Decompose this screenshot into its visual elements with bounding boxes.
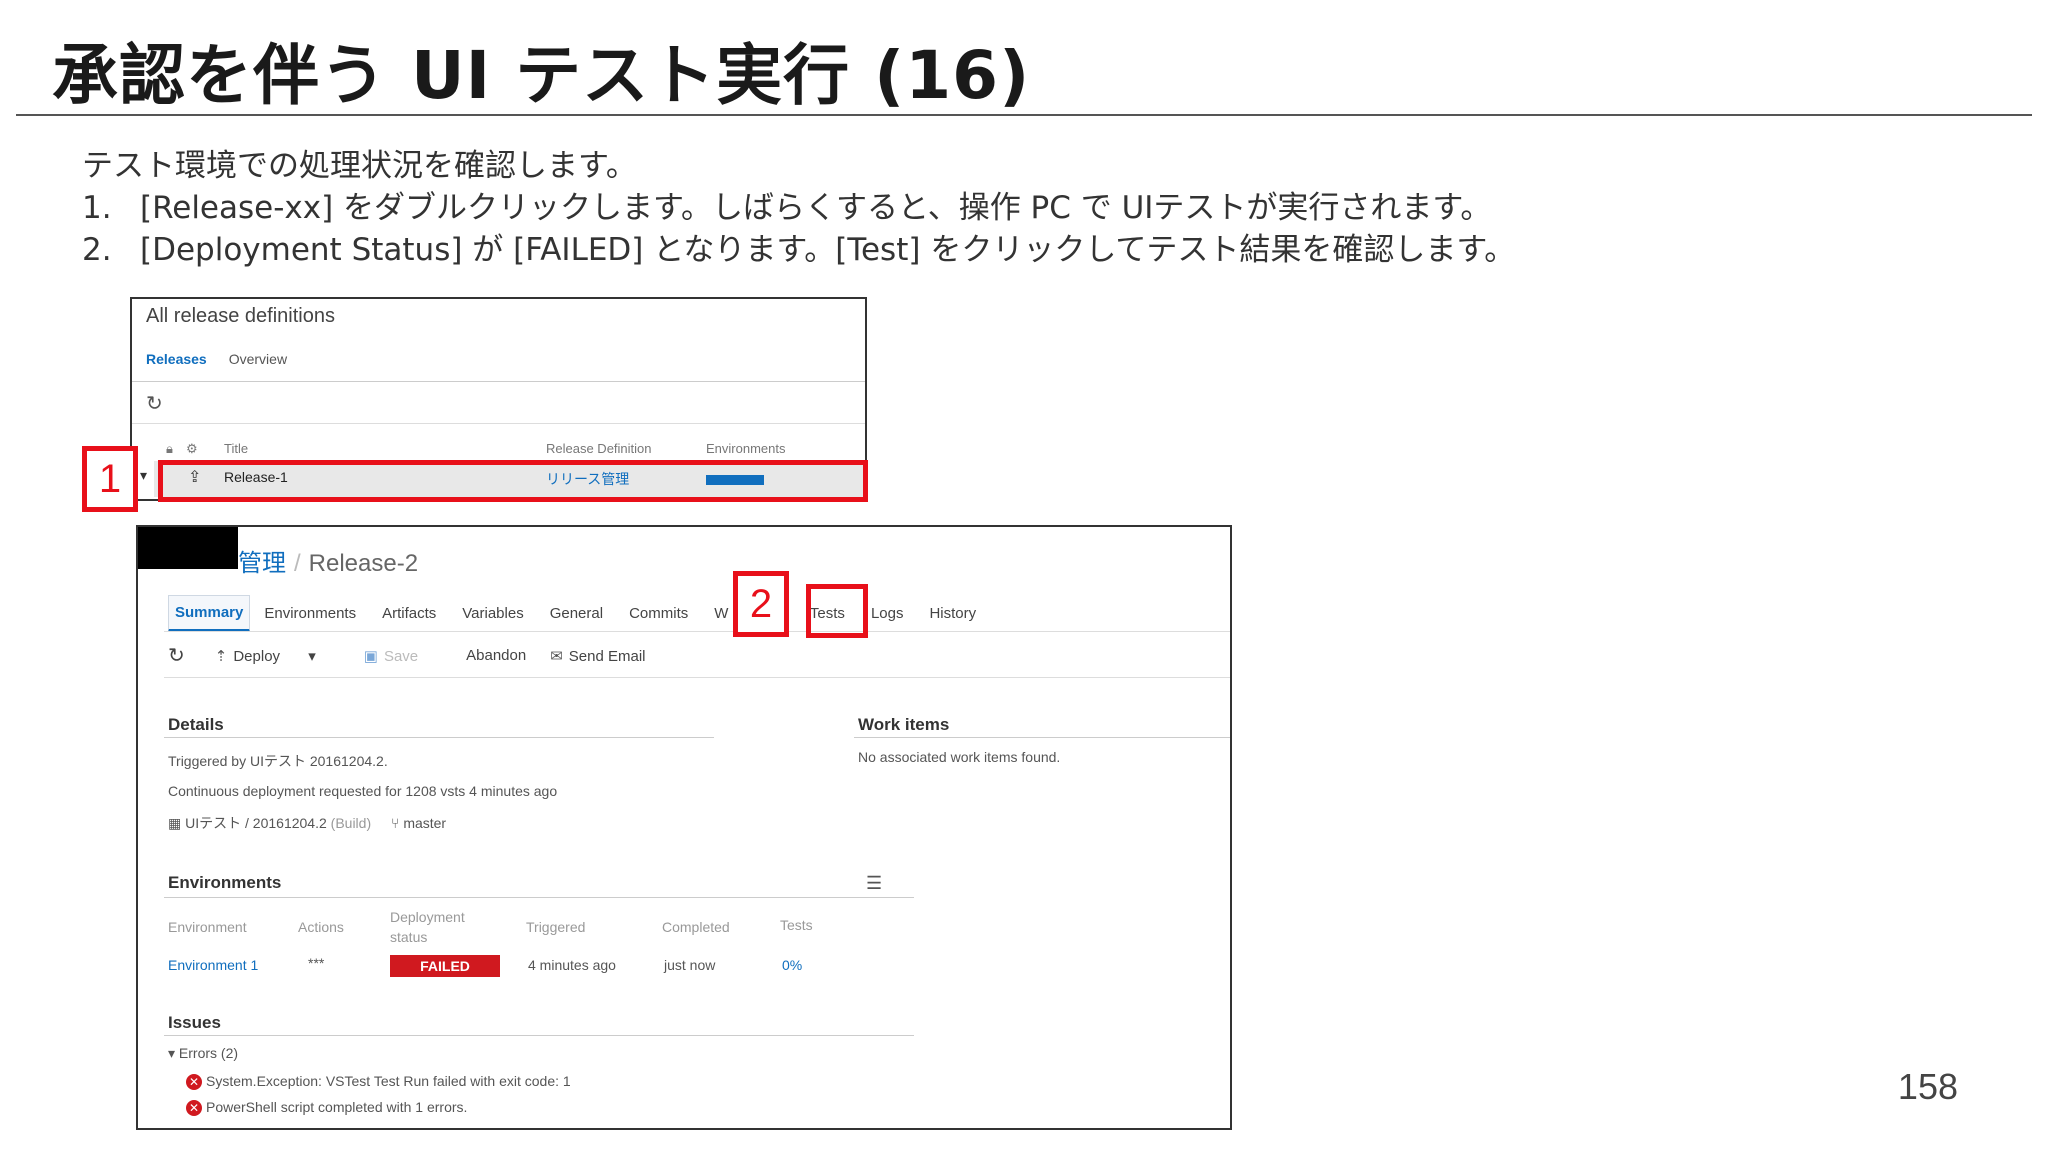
details-title: Details — [168, 715, 224, 734]
step-1: 1. [Release-xx] をダブルクリックします。しばらくすると、操作 PC… — [82, 182, 1491, 227]
branch-name: master — [403, 815, 447, 831]
intro-text: テスト環境での処理状況を確認します。 — [82, 148, 637, 184]
divider — [132, 423, 865, 424]
save-label: Save — [383, 647, 419, 665]
tab-environments[interactable]: Environments — [264, 605, 356, 622]
release-type-icon: ⚙ — [186, 441, 198, 456]
step-2: 2. [Deployment Status] が [FAILED] となります。[… — [82, 224, 1515, 269]
chevron-down-icon[interactable]: ▾ — [140, 467, 147, 484]
tab-artifacts[interactable]: Artifacts — [382, 605, 436, 622]
errors-toggle[interactable]: ▾ Errors (2) — [168, 1045, 238, 1062]
env-col-triggered: Triggered — [526, 919, 586, 935]
callout-number-1: 1 — [82, 446, 138, 512]
artifact-info: ▦ UIテスト / 20161204.2 (Build) ⑂ master — [168, 813, 446, 833]
tab-commits[interactable]: Commits — [629, 605, 688, 622]
release-detail-screenshot: 管理 / Release-2 Summary Environments Artifa… — [136, 525, 1232, 1130]
divider — [132, 381, 865, 382]
env-col-environment: Environment — [168, 919, 247, 935]
abandon-button[interactable]: Abandon — [466, 647, 526, 664]
error-text: System.Exception: VSTest Test Run failed… — [206, 1073, 571, 1089]
callout-highlight-1 — [158, 460, 868, 502]
build-icon: ▦ — [168, 815, 182, 831]
send-email-label: Send Email — [568, 647, 646, 665]
mail-icon: ✉ — [550, 647, 563, 665]
tab-releases[interactable]: Releases — [146, 351, 207, 367]
env-col-deployment-status-1: Deployment — [390, 909, 465, 925]
release-detail-tabs: Summary Environments Artifacts Variables… — [168, 595, 1002, 632]
release-list-tabs: Releases Overview — [146, 351, 287, 367]
divider — [164, 897, 914, 898]
chevron-down-icon: ▾ — [304, 647, 316, 665]
lock-icon: 🔒︎ — [166, 441, 173, 456]
save-icon: ▣ — [363, 647, 378, 665]
error-icon: ✕ — [186, 1074, 202, 1091]
step-2-number: 2. — [82, 232, 112, 268]
env-triggered-time: 4 minutes ago — [528, 957, 616, 973]
triggered-by-text: Triggered by UIテスト 20161204.2. — [168, 753, 388, 769]
step-2-text: [Deployment Status] が [FAILED] となります。[Te… — [140, 232, 1516, 268]
page-number: 158 — [1897, 1066, 1958, 1107]
issues-title: Issues — [168, 1013, 221, 1032]
environments-title: Environments — [168, 873, 282, 892]
release-toolbar: ↻ ⇡ Deploy ▾ ▣ Save Abandon ✉ Send Email — [168, 643, 694, 668]
env-completed-time: just now — [664, 957, 716, 973]
refresh-icon[interactable]: ↻ — [168, 643, 185, 668]
deploy-button[interactable]: ⇡ Deploy ▾ — [215, 647, 340, 665]
env-tests-percent[interactable]: 0% — [782, 957, 802, 973]
env-col-actions: Actions — [298, 919, 344, 935]
breadcrumb-release: Release-2 — [308, 550, 419, 577]
refresh-icon[interactable]: ↻ — [146, 391, 163, 416]
deployment-status-badge[interactable]: FAILED — [390, 955, 500, 977]
error-text: PowerShell script completed with 1 error… — [206, 1099, 468, 1115]
title-divider — [16, 114, 2032, 116]
callout-number-2: 2 — [733, 571, 789, 637]
artifact-type: (Build) — [330, 815, 372, 831]
error-item: ✕ PowerShell script completed with 1 erro… — [186, 1099, 468, 1117]
env-col-tests: Tests — [780, 917, 813, 933]
redaction-block — [138, 527, 238, 569]
step-1-text: [Release-xx] をダブルクリックします。しばらくすると、操作 PC で… — [140, 190, 1492, 226]
slide-title: 承認を伴う UI テスト実行 (16) — [52, 37, 1031, 114]
artifact-name[interactable]: UIテスト / 20161204.2 — [185, 815, 327, 831]
errors-label: Errors (2) — [178, 1045, 239, 1061]
deploy-icon: ⇡ — [214, 647, 228, 665]
env-col-deployment-status-2: status — [390, 929, 428, 945]
tab-logs[interactable]: Logs — [871, 605, 904, 622]
list-view-icon[interactable]: ☰ — [866, 873, 882, 894]
breadcrumb-separator: / — [294, 550, 301, 577]
tab-history[interactable]: History — [929, 605, 976, 622]
tab-overview[interactable]: Overview — [229, 351, 287, 367]
tab-general[interactable]: General — [550, 605, 603, 622]
tab-variables[interactable]: Variables — [462, 605, 523, 622]
column-title: Title — [224, 441, 249, 456]
step-1-number: 1. — [82, 190, 112, 226]
work-items-title: Work items — [858, 715, 950, 734]
divider — [164, 677, 1230, 678]
send-email-button[interactable]: ✉ Send Email — [550, 647, 669, 665]
save-button[interactable]: ▣ Save — [364, 647, 442, 665]
column-environments: Environments — [706, 441, 786, 456]
branch-icon: ⑂ — [391, 815, 400, 831]
release-list-header: All release definitions — [146, 305, 335, 327]
chevron-down-icon: ▾ — [168, 1045, 179, 1061]
breadcrumb-definition[interactable]: 管理 — [238, 550, 286, 577]
divider — [164, 1035, 914, 1036]
callout-highlight-tests — [806, 584, 868, 638]
tab-summary[interactable]: Summary — [168, 595, 251, 632]
work-items-empty: No associated work items found. — [858, 749, 1061, 765]
divider — [164, 737, 714, 738]
env-actions-menu[interactable]: *** — [308, 955, 324, 971]
error-icon: ✕ — [186, 1100, 202, 1117]
tab-work-items[interactable]: W — [714, 605, 728, 622]
env-col-completed: Completed — [662, 919, 730, 935]
divider — [854, 737, 1230, 738]
continuous-deployment-text: Continuous deployment requested for 1208… — [168, 783, 558, 799]
column-release-definition: Release Definition — [546, 441, 652, 456]
error-item: ✕ System.Exception: VSTest Test Run faile… — [186, 1073, 571, 1091]
deploy-label: Deploy — [233, 647, 281, 665]
breadcrumb: 管理 / Release-2 — [238, 543, 418, 578]
environment-link[interactable]: Environment 1 — [168, 957, 258, 973]
divider — [164, 631, 1230, 632]
